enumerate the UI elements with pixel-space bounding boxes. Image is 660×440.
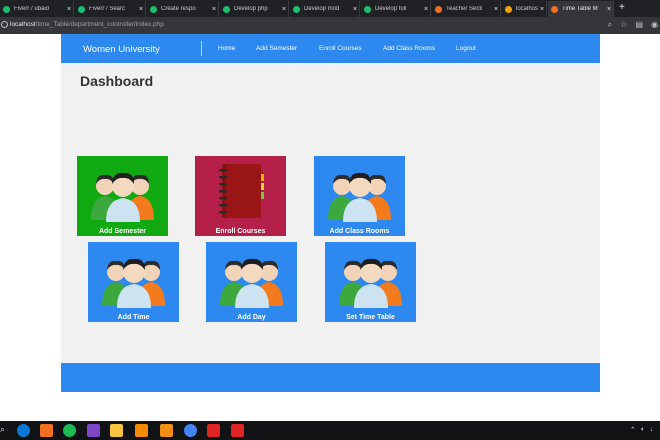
tile-label: Enroll Courses: [215, 228, 266, 235]
tab-favicon-icon: [505, 5, 512, 13]
tab-title: Time Table M: [562, 6, 598, 12]
browser-tab[interactable]: Fiverr / ubaid ×: [0, 1, 74, 17]
vlc-icon[interactable]: [135, 424, 148, 437]
tab-close-icon[interactable]: ×: [65, 6, 73, 13]
tile-add-semester[interactable]: Add Semester: [77, 156, 168, 236]
tile-add-time[interactable]: Add Time: [88, 242, 179, 322]
tab-close-icon[interactable]: ×: [492, 6, 500, 13]
tab-title: Develop mod: [304, 6, 340, 12]
brand-name[interactable]: Women University: [83, 44, 160, 55]
users-group-icon: [325, 248, 416, 308]
tab-title: Fiverr / Searc: [89, 6, 126, 12]
tab-favicon-icon: [223, 5, 230, 13]
zoom-icon[interactable]: ⌕: [608, 20, 612, 30]
tab-close-icon[interactable]: ×: [137, 6, 145, 13]
bookmark-star-icon[interactable]: ☆: [620, 20, 627, 30]
tile-label: Add Class Rooms: [329, 228, 390, 235]
url-text[interactable]: localhost/time_Table/department_controll…: [10, 21, 164, 28]
tab-favicon-icon: [551, 5, 558, 13]
users-group-icon: [206, 248, 297, 308]
tab-title: localhost / 12: [516, 6, 538, 12]
page-title: Dashboard: [80, 73, 154, 89]
site-info-icon[interactable]: [1, 21, 8, 28]
network-icon[interactable]: ◐: [641, 426, 645, 434]
browser-tab[interactable]: Develop mod ×: [290, 1, 360, 17]
nav-add-semester-link[interactable]: Add Semester: [256, 45, 297, 52]
extension-icon[interactable]: ▤: [635, 20, 643, 30]
nav-divider: [201, 41, 202, 56]
tab-favicon-icon: [3, 5, 10, 13]
top-navbar: Women University Home Add Semester Enrol…: [61, 34, 600, 63]
tab-title: Fiverr / ubaid: [14, 6, 50, 12]
xampp-icon[interactable]: [40, 424, 53, 437]
chrome-icon[interactable]: [184, 424, 197, 437]
browser-tab[interactable]: Fiverr / Searc ×: [75, 1, 146, 17]
address-bar[interactable]: localhost/time_Table/department_controll…: [0, 17, 660, 34]
tile-add-day[interactable]: Add Day: [206, 242, 297, 322]
video-app-icon-2[interactable]: [231, 424, 244, 437]
tab-close-icon[interactable]: ×: [422, 6, 430, 13]
users-group-icon: [314, 162, 405, 222]
browser-tab[interactable]: Time Table M ×: [548, 1, 614, 17]
tab-favicon-icon: [78, 5, 85, 13]
nav-logout-link[interactable]: Logout: [456, 45, 476, 52]
video-app-icon[interactable]: [207, 424, 220, 437]
url-host: localhost: [10, 21, 36, 28]
tile-enroll-courses[interactable]: Enroll Courses: [195, 156, 286, 236]
tile-label: Add Day: [237, 314, 266, 321]
browser-tab[interactable]: Create respo ×: [147, 1, 219, 17]
tab-favicon-icon: [435, 5, 442, 13]
tab-favicon-icon: [364, 5, 371, 13]
search-icon[interactable]: ⌕: [0, 424, 13, 437]
tab-favicon-icon: [293, 5, 300, 13]
skype-icon[interactable]: [17, 424, 30, 437]
tray-expand-icon[interactable]: ⌃: [630, 426, 636, 434]
tab-title: Develop full: [375, 6, 407, 12]
tab-title: Create respo: [161, 6, 196, 12]
sublime-text-icon[interactable]: [160, 424, 173, 437]
os-taskbar: ⌕ ⌃ ◐ ♩: [0, 421, 660, 440]
page-footer: [61, 363, 600, 392]
browser-tab[interactable]: Teacher Secti ×: [432, 1, 501, 17]
users-group-icon: [77, 162, 168, 222]
file-explorer-icon[interactable]: [110, 424, 123, 437]
tab-title: Develop php: [234, 6, 268, 12]
tile-add-class-rooms[interactable]: Add Class Rooms: [314, 156, 405, 236]
tile-label: Add Semester: [98, 228, 147, 235]
tile-label: Set Time Table: [346, 314, 395, 321]
nav-add-class-rooms-link[interactable]: Add Class Rooms: [383, 45, 435, 52]
browser-tab-strip: Fiverr / ubaid × Fiverr / Searc × Create res…: [0, 0, 660, 17]
profile-icon[interactable]: ◉: [651, 20, 658, 30]
system-tray: ⌃ ◐ ♩: [630, 426, 657, 434]
browser-tab[interactable]: Develop php ×: [220, 1, 289, 17]
tab-favicon-icon: [150, 5, 157, 13]
spotify-icon[interactable]: [63, 424, 76, 437]
tab-close-icon[interactable]: ×: [605, 6, 613, 13]
address-bar-actions: ⌕ ☆ ▤ ◉: [608, 20, 658, 30]
tab-close-icon[interactable]: ×: [280, 6, 288, 13]
dashboard-content: Dashboard Add Semester Enroll Courses Add …: [61, 63, 600, 363]
nav-enroll-courses-link[interactable]: Enroll Courses: [319, 45, 362, 52]
tab-close-icon[interactable]: ×: [351, 6, 359, 13]
tile-label: Add Time: [117, 314, 150, 321]
new-tab-button[interactable]: +: [619, 2, 625, 13]
tab-close-icon[interactable]: ×: [210, 6, 218, 13]
tile-set-time-table[interactable]: Set Time Table: [325, 242, 416, 322]
browser-tab[interactable]: localhost / 12×: [502, 1, 547, 17]
tab-title: Teacher Secti: [446, 6, 483, 12]
tab-close-icon[interactable]: ×: [538, 6, 546, 13]
users-group-icon: [88, 248, 179, 308]
volume-icon[interactable]: ♩: [650, 426, 657, 434]
notebook-icon: [195, 162, 286, 222]
nav-home-link[interactable]: Home: [218, 45, 235, 52]
browser-tab[interactable]: Develop full ×: [361, 1, 431, 17]
page-viewport: Women University Home Add Semester Enrol…: [0, 34, 660, 421]
url-path: /time_Table/department_controller/index.…: [35, 21, 164, 28]
visual-studio-icon[interactable]: [87, 424, 100, 437]
